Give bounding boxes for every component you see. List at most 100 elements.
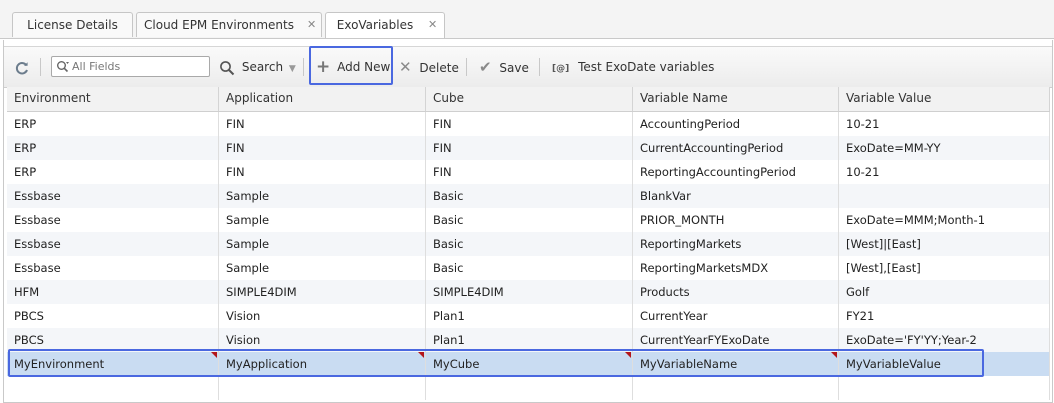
cell-variable-value[interactable]: Golf xyxy=(839,280,1050,304)
search-field-icon xyxy=(57,61,69,73)
table-row[interactable]: PBCS Vision Plan1 CurrentYear FY21 xyxy=(7,304,1050,328)
cell-application[interactable]: FIN xyxy=(219,136,426,160)
cell-cube[interactable]: Basic xyxy=(426,208,633,232)
cell-environment[interactable]: PBCS xyxy=(7,304,219,328)
column-header-variable-name[interactable]: Variable Name xyxy=(633,87,839,111)
column-header-variable-value[interactable]: Variable Value xyxy=(839,87,1050,111)
cell-variable-name[interactable]: BlankVar xyxy=(633,184,839,208)
test-exodate-button[interactable]: [@] Test ExoDate variables xyxy=(552,47,714,87)
cell-variable-name[interactable]: ReportingMarketsMDX xyxy=(633,256,839,280)
table-row[interactable]: ERP FIN FIN AccountingPeriod 10-21 xyxy=(7,112,1050,136)
search-field[interactable] xyxy=(51,56,210,77)
cell-environment[interactable]: Essbase xyxy=(7,256,219,280)
table-row[interactable]: Essbase Sample Basic BlankVar xyxy=(7,184,1050,208)
table-row[interactable]: HFM SIMPLE4DIM SIMPLE4DIM Products Golf xyxy=(7,280,1050,304)
test-exodate-label: Test ExoDate variables xyxy=(578,60,715,74)
refresh-button[interactable] xyxy=(14,47,30,87)
cell-variable-name[interactable]: ReportingAccountingPeriod xyxy=(633,160,839,184)
refresh-icon xyxy=(15,61,28,74)
close-icon[interactable]: ✕ xyxy=(307,13,316,37)
cell-cube[interactable]: Basic xyxy=(426,232,633,256)
table-row[interactable]: Essbase Sample Basic ReportingMarkets [West]… xyxy=(7,232,1050,256)
column-header-application[interactable]: Application xyxy=(219,87,426,111)
cell-application[interactable]: Vision xyxy=(219,304,426,328)
delete-icon: ✕ xyxy=(399,58,412,76)
search-button-label: Search xyxy=(241,60,284,74)
table-row[interactable]: ERP FIN FIN CurrentAccountingPeriod ExoDate=… xyxy=(7,136,1050,160)
close-icon[interactable]: ✕ xyxy=(428,13,437,37)
cell-cube[interactable]: Plan1 xyxy=(426,304,633,328)
empty-cell xyxy=(219,376,426,400)
cell-environment[interactable]: Essbase xyxy=(7,232,219,256)
cell-application[interactable]: FIN xyxy=(219,160,426,184)
cell-cube[interactable]: Basic xyxy=(426,184,633,208)
cell-cube[interactable]: FIN xyxy=(426,136,633,160)
toolbar: Search ▼ + Add New ✕ Delete ✔ Save [@] T… xyxy=(4,46,1052,88)
tab-exovariables[interactable]: ExoVariables ✕ xyxy=(325,12,445,38)
search-input[interactable] xyxy=(72,58,204,75)
cell-application[interactable]: SIMPLE4DIM xyxy=(219,280,426,304)
cell-environment[interactable]: Essbase xyxy=(7,184,219,208)
cell-application[interactable]: Sample xyxy=(219,232,426,256)
cell-variable-value[interactable]: 10-21 xyxy=(839,160,1050,184)
cell-environment[interactable]: ERP xyxy=(7,112,219,136)
cell-variable-value[interactable]: [West]|[East] xyxy=(839,232,1050,256)
cell-variable-name[interactable]: PRIOR_MONTH xyxy=(633,208,839,232)
tab-bar: License Details Cloud EPM Environments ✕… xyxy=(0,0,1054,39)
cell-variable-name[interactable]: CurrentYear xyxy=(633,304,839,328)
cell-variable-value[interactable]: FY21 xyxy=(839,304,1050,328)
delete-label: Delete xyxy=(419,61,459,75)
toolbar-divider xyxy=(466,58,467,76)
cell-environment[interactable]: HFM xyxy=(7,280,219,304)
search-button[interactable]: Search ▼ xyxy=(219,47,296,87)
cell-application[interactable]: Sample xyxy=(219,256,426,280)
table-row[interactable]: ERP FIN FIN ReportingAccountingPeriod 10-21 xyxy=(7,160,1050,184)
cell-cube[interactable]: FIN xyxy=(426,160,633,184)
cell-variable-value[interactable]: ExoDate=MM-YY xyxy=(839,136,1050,160)
search-icon xyxy=(220,60,235,75)
tab-cloud-epm-environments[interactable]: Cloud EPM Environments ✕ xyxy=(136,12,322,37)
column-header-environment[interactable]: Environment xyxy=(7,87,219,111)
cell-application[interactable]: Sample xyxy=(219,184,426,208)
cell-environment[interactable]: ERP xyxy=(7,136,219,160)
empty-cell xyxy=(7,376,219,400)
delete-button[interactable]: ✕ Delete xyxy=(399,47,459,87)
new-row-highlight xyxy=(8,349,984,377)
cell-cube[interactable]: Basic xyxy=(426,256,633,280)
toolbar-divider xyxy=(303,58,304,76)
toolbar-divider xyxy=(40,58,41,76)
column-header-cube[interactable]: Cube xyxy=(426,87,633,111)
chevron-down-icon: ▼ xyxy=(288,64,296,74)
cell-application[interactable]: FIN xyxy=(219,112,426,136)
cell-variable-name[interactable]: ReportingMarkets xyxy=(633,232,839,256)
cell-cube[interactable]: SIMPLE4DIM xyxy=(426,280,633,304)
empty-row xyxy=(7,376,1050,400)
grid-header: Environment Application Cube Variable Name V… xyxy=(7,87,1050,112)
cell-variable-value[interactable]: ExoDate=MMM;Month-1 xyxy=(839,208,1050,232)
cell-environment[interactable]: ERP xyxy=(7,160,219,184)
cell-variable-name[interactable]: CurrentAccountingPeriod xyxy=(633,136,839,160)
cell-cube[interactable]: FIN xyxy=(426,112,633,136)
checkmark-icon: ✔ xyxy=(479,58,492,76)
cell-environment[interactable]: Essbase xyxy=(7,208,219,232)
tab-label: ExoVariables xyxy=(336,18,414,32)
tab-license-details[interactable]: License Details xyxy=(12,12,133,37)
test-exodate-icon: [@] xyxy=(552,64,570,74)
add-new-highlight xyxy=(309,46,393,85)
save-label: Save xyxy=(499,61,529,75)
empty-cell xyxy=(839,376,1050,400)
cell-application[interactable]: Sample xyxy=(219,208,426,232)
tab-label: Cloud EPM Environments xyxy=(144,18,294,32)
cell-variable-name[interactable]: AccountingPeriod xyxy=(633,112,839,136)
table-row[interactable]: Essbase Sample Basic ReportingMarketsMDX [We… xyxy=(7,256,1050,280)
empty-cell xyxy=(426,376,633,400)
table-row[interactable]: Essbase Sample Basic PRIOR_MONTH ExoDate=MMM… xyxy=(7,208,1050,232)
toolbar-divider xyxy=(539,58,540,76)
save-button[interactable]: ✔ Save xyxy=(479,47,529,87)
empty-cell xyxy=(633,376,839,400)
cell-variable-value[interactable]: [West],[East] xyxy=(839,256,1050,280)
cell-variable-value[interactable] xyxy=(839,184,1050,208)
tab-label: License Details xyxy=(27,18,118,32)
cell-variable-name[interactable]: Products xyxy=(633,280,839,304)
cell-variable-value[interactable]: 10-21 xyxy=(839,112,1050,136)
